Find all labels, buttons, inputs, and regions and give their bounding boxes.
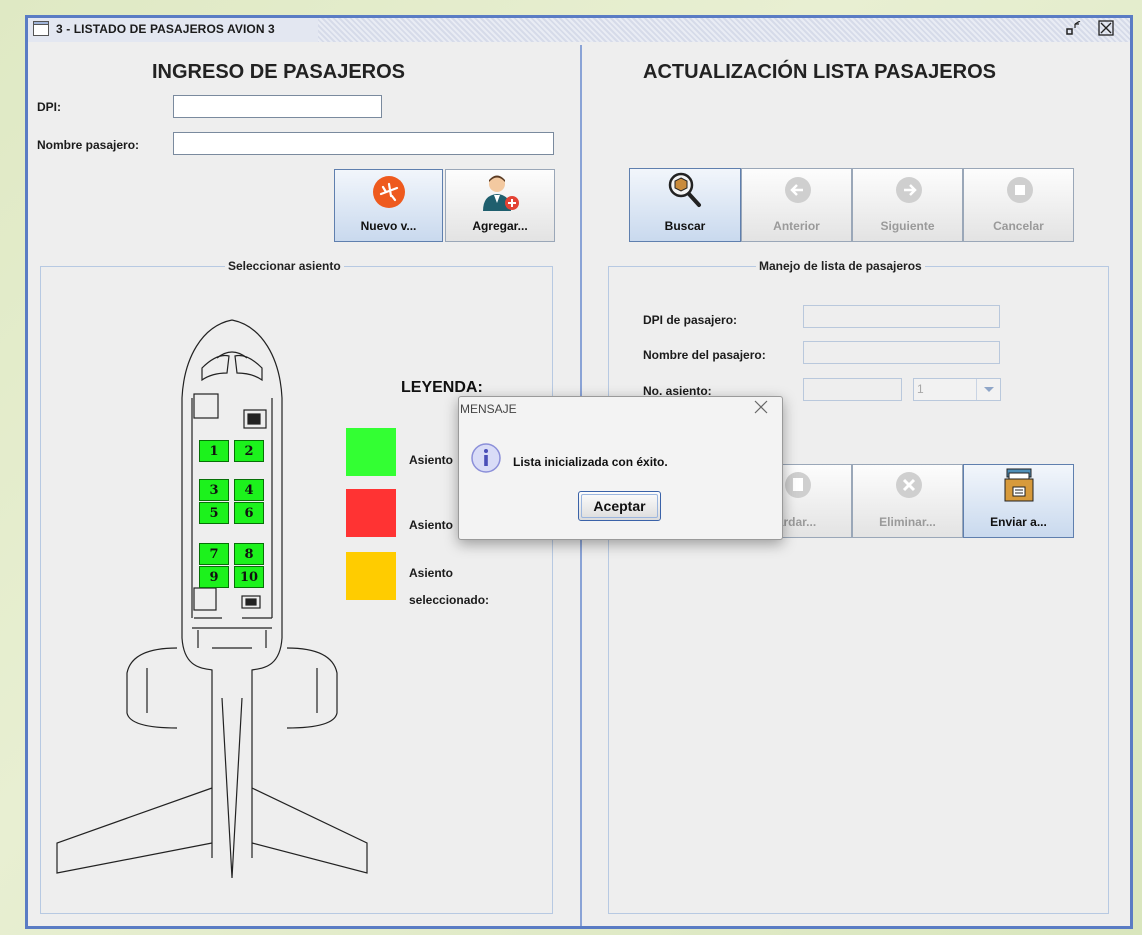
airplane-icon (373, 176, 405, 208)
next-label: Siguiente (880, 219, 935, 233)
close-icon (754, 400, 768, 414)
right-heading: ACTUALIZACIÓN LISTA PASAJEROS (643, 61, 996, 83)
seat-5[interactable]: 5 (199, 502, 229, 524)
airplane-diagram (56, 319, 368, 878)
next-button[interactable]: Siguiente (852, 168, 963, 242)
legend-heading: LEYENDA: (401, 379, 483, 396)
delete-icon (896, 472, 922, 498)
restore-icon (1066, 20, 1081, 35)
passenger-dpi-field[interactable] (803, 305, 1000, 328)
legend-selected-swatch (346, 552, 396, 600)
window-icon (33, 21, 49, 36)
search-label: Buscar (664, 219, 706, 233)
accept-label: Aceptar (593, 498, 646, 514)
dialog-title: MENSAJE (460, 402, 517, 416)
previous-button[interactable]: Anterior (741, 168, 852, 242)
legend-occupied-swatch (346, 489, 396, 537)
seat-9[interactable]: 9 (199, 566, 229, 588)
restore-button[interactable] (1065, 20, 1083, 37)
seat-7[interactable]: 7 (199, 543, 229, 565)
legend-available-swatch (346, 428, 396, 476)
previous-label: Anterior (773, 219, 820, 233)
send-to-label: Enviar a... (990, 515, 1047, 529)
seat-4[interactable]: 4 (234, 479, 264, 501)
dpi-input[interactable] (173, 95, 382, 118)
add-passenger-label: Agregar... (472, 219, 528, 233)
delete-label: Eliminar... (879, 515, 936, 529)
seat-number-select[interactable]: 1 (913, 378, 1001, 401)
passenger-dpi-label: DPI de pasajero: (643, 313, 738, 327)
passenger-name-label: Nombre del pasajero: (643, 348, 766, 362)
arrow-right-icon (896, 177, 922, 203)
cancel-label: Cancelar (993, 219, 1044, 233)
seat-number-field[interactable] (803, 378, 902, 401)
arrow-left-icon (785, 177, 811, 203)
dpi-label: DPI: (37, 100, 61, 114)
legend-selected-label: Asiento (409, 566, 454, 580)
new-flight-button[interactable]: Nuevo v... (334, 169, 443, 242)
add-passenger-button[interactable]: Agregar... (445, 169, 555, 242)
stop-icon (1007, 177, 1033, 203)
close-box-icon[interactable] (1098, 20, 1114, 36)
legend-available-label: Asiento (409, 453, 454, 467)
save-icon (785, 472, 811, 498)
archive-icon (1004, 468, 1034, 502)
chevron-down-icon (984, 387, 994, 392)
add-user-icon (483, 175, 519, 211)
name-label: Nombre pasajero: (37, 138, 140, 152)
search-icon (668, 172, 701, 207)
seat-1[interactable]: 1 (199, 440, 229, 462)
cancel-button[interactable]: Cancelar (963, 168, 1074, 242)
new-flight-label: Nuevo v... (360, 219, 417, 233)
dialog-close-button[interactable] (754, 399, 768, 419)
info-icon (471, 443, 501, 473)
search-button[interactable]: Buscar (629, 168, 741, 242)
seat-group-title: Seleccionar asiento (225, 259, 344, 273)
left-heading: INGRESO DE PASAJEROS (152, 61, 406, 83)
seat-select-value: 1 (917, 382, 924, 396)
seat-select-arrow[interactable] (976, 379, 1001, 400)
delete-button[interactable]: Eliminar... (852, 464, 963, 538)
dialog-message: Lista inicializada con éxito. (513, 455, 668, 469)
seat-3[interactable]: 3 (199, 479, 229, 501)
seat-6[interactable]: 6 (234, 502, 264, 524)
seat-2[interactable]: 2 (234, 440, 264, 462)
legend-occupied-label: Asiento (409, 518, 454, 532)
window-title: 3 - LISTADO DE PASAJEROS AVION 3 (56, 22, 275, 36)
seat-10[interactable]: 10 (234, 566, 264, 588)
name-input[interactable] (173, 132, 554, 155)
passenger-name-field[interactable] (803, 341, 1000, 364)
accept-button[interactable]: Aceptar (578, 491, 661, 521)
send-to-button[interactable]: Enviar a... (963, 464, 1074, 538)
legend-selected-label-2: seleccionado: (409, 593, 490, 607)
management-group-title: Manejo de lista de pasajeros (756, 259, 925, 273)
seat-8[interactable]: 8 (234, 543, 264, 565)
